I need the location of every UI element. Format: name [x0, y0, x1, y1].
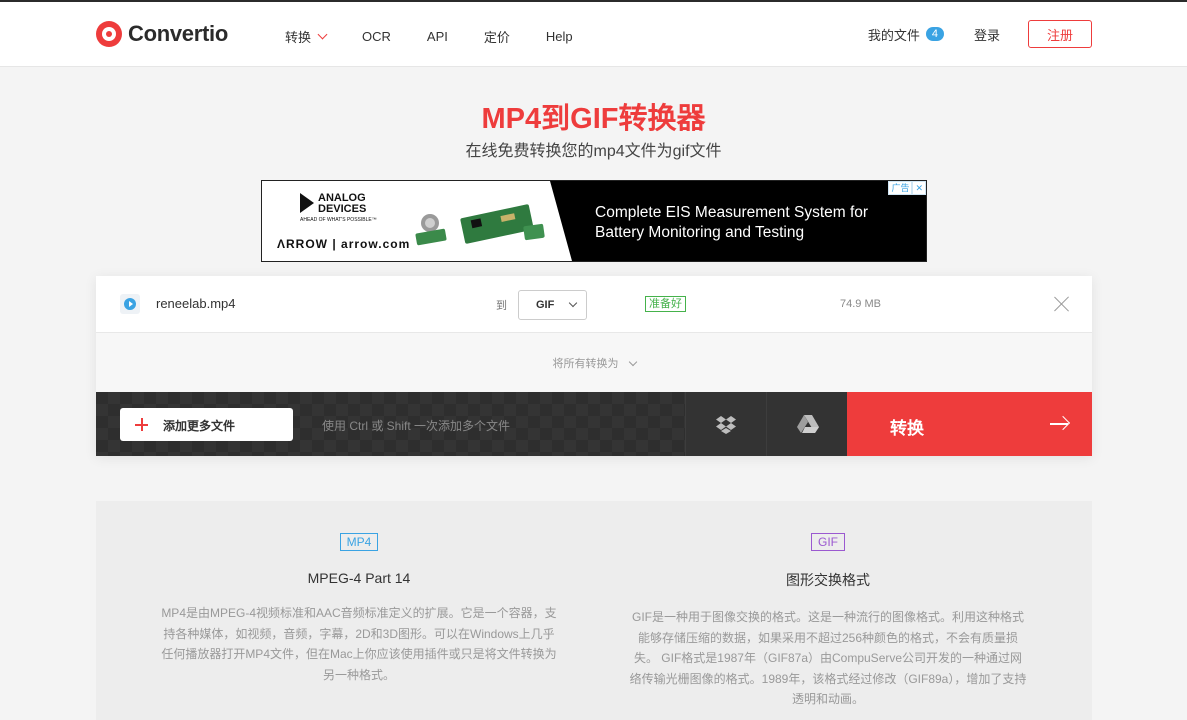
- ad-controls: 广告 ✕: [888, 181, 926, 195]
- converter-panel: reneelab.mp4 到 GIF 准备好 74.9 MB 将所有转换为 添加…: [96, 276, 1092, 456]
- nav-item-api[interactable]: API: [427, 27, 448, 46]
- format-description: GIF是一种用于图像交换的格式。这是一种流行的图像格式。利用这种格式能够存储压缩…: [629, 610, 1027, 706]
- arrow-right-icon: [1050, 423, 1068, 425]
- main-nav: 转换 OCR API 定价 Help: [285, 27, 609, 46]
- account-nav: 我的文件 4 登录 注册: [868, 20, 1092, 48]
- file-name: reneelab.mp4: [156, 296, 236, 311]
- format-title: 图形交换格式: [786, 572, 870, 588]
- chevron-down-icon: [628, 357, 637, 367]
- source-format-info: MP4 MPEG-4 Part 14 MP4是由MPEG-4视频标准和AAC音频…: [160, 533, 558, 685]
- chevron-down-icon: [568, 298, 578, 308]
- plus-icon: [135, 418, 148, 431]
- status-badge: 准备好: [645, 296, 686, 312]
- nav-item-label: 定价: [483, 30, 510, 45]
- analog-devices-logo-icon: [300, 193, 314, 213]
- ad-headline: Complete EIS Measurement System for Batt…: [595, 204, 869, 241]
- convertio-logo-icon: [96, 21, 122, 47]
- dropbox-icon: [716, 416, 736, 434]
- page-title: MP4到GIF转换器: [481, 103, 706, 135]
- circuit-board-image: [415, 204, 545, 246]
- remove-file-close-icon[interactable]: [1054, 296, 1070, 312]
- ad-partner: ΛRRΟW | arrow.com: [277, 237, 411, 251]
- ad-brand-tagline: AHEAD OF WHAT'S POSSIBLE™: [300, 217, 377, 223]
- site-header: Convertio 转换 OCR API 定价 Help 我的文件 4 登录 注…: [0, 2, 1187, 67]
- login-link[interactable]: 登录: [974, 25, 1000, 44]
- video-file-icon: [120, 294, 140, 314]
- ad-brand-line2: DEVICES: [318, 203, 367, 215]
- to-label: 到: [496, 300, 507, 312]
- format-tag[interactable]: MP4: [339, 533, 379, 551]
- convert-label: 转换: [890, 419, 924, 438]
- format-tag[interactable]: GIF: [811, 533, 845, 551]
- ad-banner[interactable]: ANALOG DEVICES AHEAD OF WHAT'S POSSIBLE™…: [261, 180, 927, 262]
- nav-item-ocr[interactable]: OCR: [362, 27, 391, 46]
- format-title: MPEG-4 Part 14: [307, 570, 411, 586]
- convert-all-row: 将所有转换为: [96, 333, 1092, 392]
- nav-item-label: API: [426, 29, 448, 44]
- action-bar: 添加更多文件 使用 Ctrl 或 Shift 一次添加多个文件 转换: [96, 392, 1092, 456]
- file-size: 74.9 MB: [840, 298, 881, 310]
- format-info-section: MP4 MPEG-4 Part 14 MP4是由MPEG-4视频标准和AAC音频…: [96, 501, 1092, 720]
- format-description: MP4是由MPEG-4视频标准和AAC音频标准定义的扩展。它是一个容器，支持各种…: [161, 606, 557, 682]
- multi-select-hint: 使用 Ctrl 或 Shift 一次添加多个文件: [322, 419, 511, 433]
- output-format-value: GIF: [536, 299, 555, 311]
- nav-item-label: OCR: [362, 29, 391, 44]
- register-button[interactable]: 注册: [1028, 20, 1092, 48]
- page-subtitle: 在线免费转换您的mp4文件为gif文件: [465, 143, 722, 160]
- ad-label[interactable]: 广告: [888, 181, 913, 195]
- convert-all-dropdown[interactable]: 将所有转换为: [96, 355, 1092, 371]
- add-more-files-label: 添加更多文件: [163, 419, 236, 433]
- add-more-files-button[interactable]: 添加更多文件: [120, 408, 293, 441]
- dropbox-button[interactable]: [685, 392, 766, 456]
- nav-item-convert[interactable]: 转换: [285, 27, 328, 46]
- google-drive-icon: [797, 415, 819, 433]
- output-format-select[interactable]: GIF: [518, 290, 587, 320]
- google-drive-button[interactable]: [766, 392, 847, 456]
- convert-button[interactable]: 转换: [847, 392, 1092, 456]
- nav-item-pricing[interactable]: 定价: [484, 27, 510, 46]
- convert-all-label: 将所有转换为: [552, 358, 619, 370]
- nav-item-label: 转换: [285, 30, 312, 45]
- file-row: reneelab.mp4 到 GIF 准备好 74.9 MB: [96, 276, 1092, 333]
- nav-item-help[interactable]: Help: [546, 27, 573, 46]
- my-files-label: 我的文件: [867, 27, 920, 43]
- logo-text: Convertio: [128, 21, 228, 46]
- target-format-info: GIF 图形交换格式 GIF是一种用于图像交换的格式。这是一种流行的图像格式。利…: [629, 533, 1027, 710]
- my-files-link[interactable]: 我的文件 4: [868, 25, 944, 44]
- chevron-down-icon: [317, 29, 328, 40]
- file-count-badge: 4: [925, 27, 944, 41]
- ad-close-icon[interactable]: ✕: [912, 181, 926, 195]
- nav-item-label: Help: [545, 29, 573, 44]
- logo[interactable]: Convertio: [96, 21, 228, 47]
